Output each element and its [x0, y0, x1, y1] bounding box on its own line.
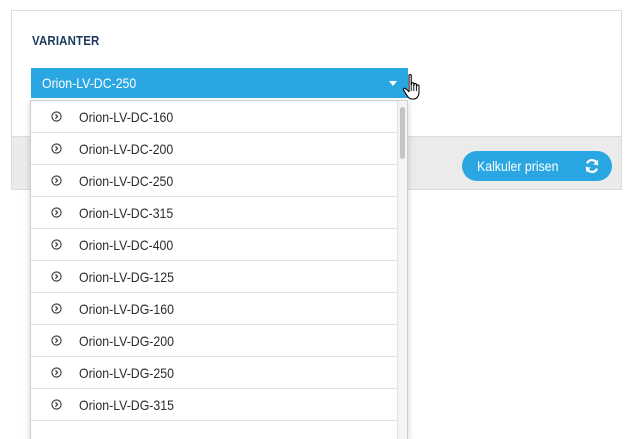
dropdown-option[interactable]: Orion-LV-DG-200 — [31, 325, 398, 357]
dropdown-option-label: Orion-LV-DC-250 — [79, 173, 174, 189]
chevron-circle-right-icon — [51, 111, 62, 122]
dropdown-option-label: Orion-LV-DG-125 — [79, 269, 174, 285]
chevron-circle-right-icon — [51, 175, 62, 186]
chevron-circle-right-icon — [51, 367, 62, 378]
dropdown-option-label: Orion-LV-DG-200 — [79, 333, 174, 349]
dropdown-option[interactable]: Orion-LV-DG-160 — [31, 293, 398, 325]
dropdown-option[interactable]: Orion-LV-DC-200 — [31, 133, 398, 165]
chevron-circle-right-icon — [51, 399, 62, 410]
dropdown-option-label: Orion-LV-DC-200 — [79, 141, 174, 157]
refresh-icon — [585, 159, 599, 173]
calculate-price-label: Kalkuler prisen — [477, 158, 559, 174]
chevron-circle-right-icon — [51, 335, 62, 346]
dropdown-option[interactable]: Orion-LV-DC-160 — [31, 101, 398, 133]
dropdown-option-label: Orion-LV-DC-400 — [79, 237, 174, 253]
dropdown-option[interactable]: Orion-LV-DG-250 — [31, 357, 398, 389]
dropdown-option[interactable]: Orion-LV-DG-125 — [31, 261, 398, 293]
variant-select-value: Orion-LV-DC-250 — [42, 75, 137, 91]
chevron-circle-right-icon — [51, 303, 62, 314]
variant-dropdown-list: Orion-LV-DC-160 Orion-LV-DC-200 Orion-LV… — [30, 100, 408, 439]
chevron-circle-right-icon — [51, 207, 62, 218]
dropdown-option-label: Orion-LV-DG-315 — [79, 397, 174, 413]
dropdown-option[interactable]: Orion-LV-DC-400 — [31, 229, 398, 261]
section-title: VARIANTER — [32, 33, 100, 48]
dropdown-option-label: Orion-LV-DC-315 — [79, 205, 174, 221]
chevron-circle-right-icon — [51, 271, 62, 282]
dropdown-scrollbar[interactable] — [397, 101, 407, 439]
dropdown-option[interactable]: Orion-LV-DC-315 — [31, 197, 398, 229]
chevron-down-icon — [389, 81, 397, 86]
chevron-circle-right-icon — [51, 143, 62, 154]
variant-select[interactable]: Orion-LV-DC-250 — [31, 68, 408, 98]
calculate-price-button[interactable]: Kalkuler prisen — [462, 151, 612, 181]
dropdown-option-label: Orion-LV-DG-250 — [79, 365, 174, 381]
dropdown-option-label: Orion-LV-DG-160 — [79, 301, 174, 317]
hand-pointer-icon — [402, 74, 420, 100]
dropdown-option[interactable]: Orion-LV-DC-250 — [31, 165, 398, 197]
scrollbar-thumb[interactable] — [400, 107, 405, 159]
dropdown-option-label: Orion-LV-DC-160 — [79, 109, 174, 125]
chevron-circle-right-icon — [51, 239, 62, 250]
dropdown-option[interactable]: Orion-LV-DG-315 — [31, 389, 398, 421]
